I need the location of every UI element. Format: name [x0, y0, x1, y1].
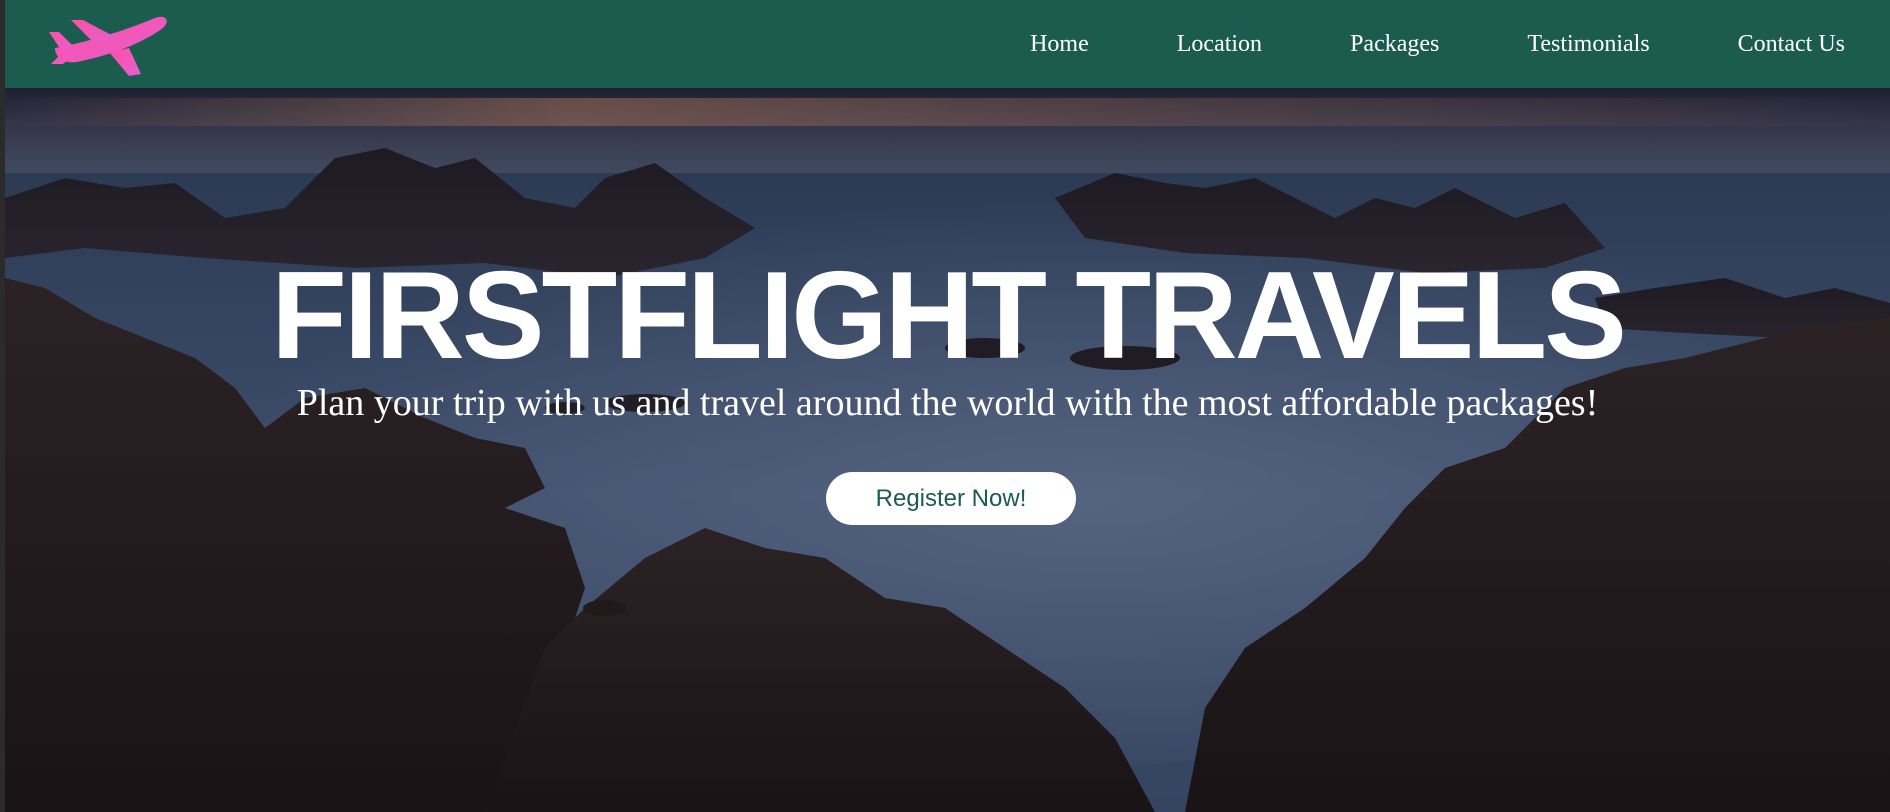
nav-link-location[interactable]: Location	[1177, 31, 1262, 58]
nav-link-contact[interactable]: Contact Us	[1738, 31, 1845, 58]
nav-link-home[interactable]: Home	[1030, 31, 1089, 58]
hero-subtitle: Plan your trip with us and travel around…	[296, 382, 1599, 424]
airplane-icon[interactable]	[47, 12, 171, 76]
nav-link-testimonials[interactable]: Testimonials	[1527, 31, 1649, 58]
register-button[interactable]: Register Now!	[826, 472, 1076, 525]
page: Home Location Packages Testimonials Cont…	[0, 0, 1890, 812]
nav-link-packages[interactable]: Packages	[1350, 31, 1439, 58]
nav-menu: Home Location Packages Testimonials Cont…	[1030, 0, 1845, 88]
hero-section: FIRSTFLIGHT TRAVELS Plan your trip with …	[5, 88, 1890, 812]
navbar: Home Location Packages Testimonials Cont…	[5, 0, 1890, 88]
hero-title: FIRSTFLIGHT TRAVELS	[271, 247, 1627, 385]
window-edge	[0, 0, 5, 812]
hero-content: FIRSTFLIGHT TRAVELS Plan your trip with …	[5, 88, 1890, 812]
